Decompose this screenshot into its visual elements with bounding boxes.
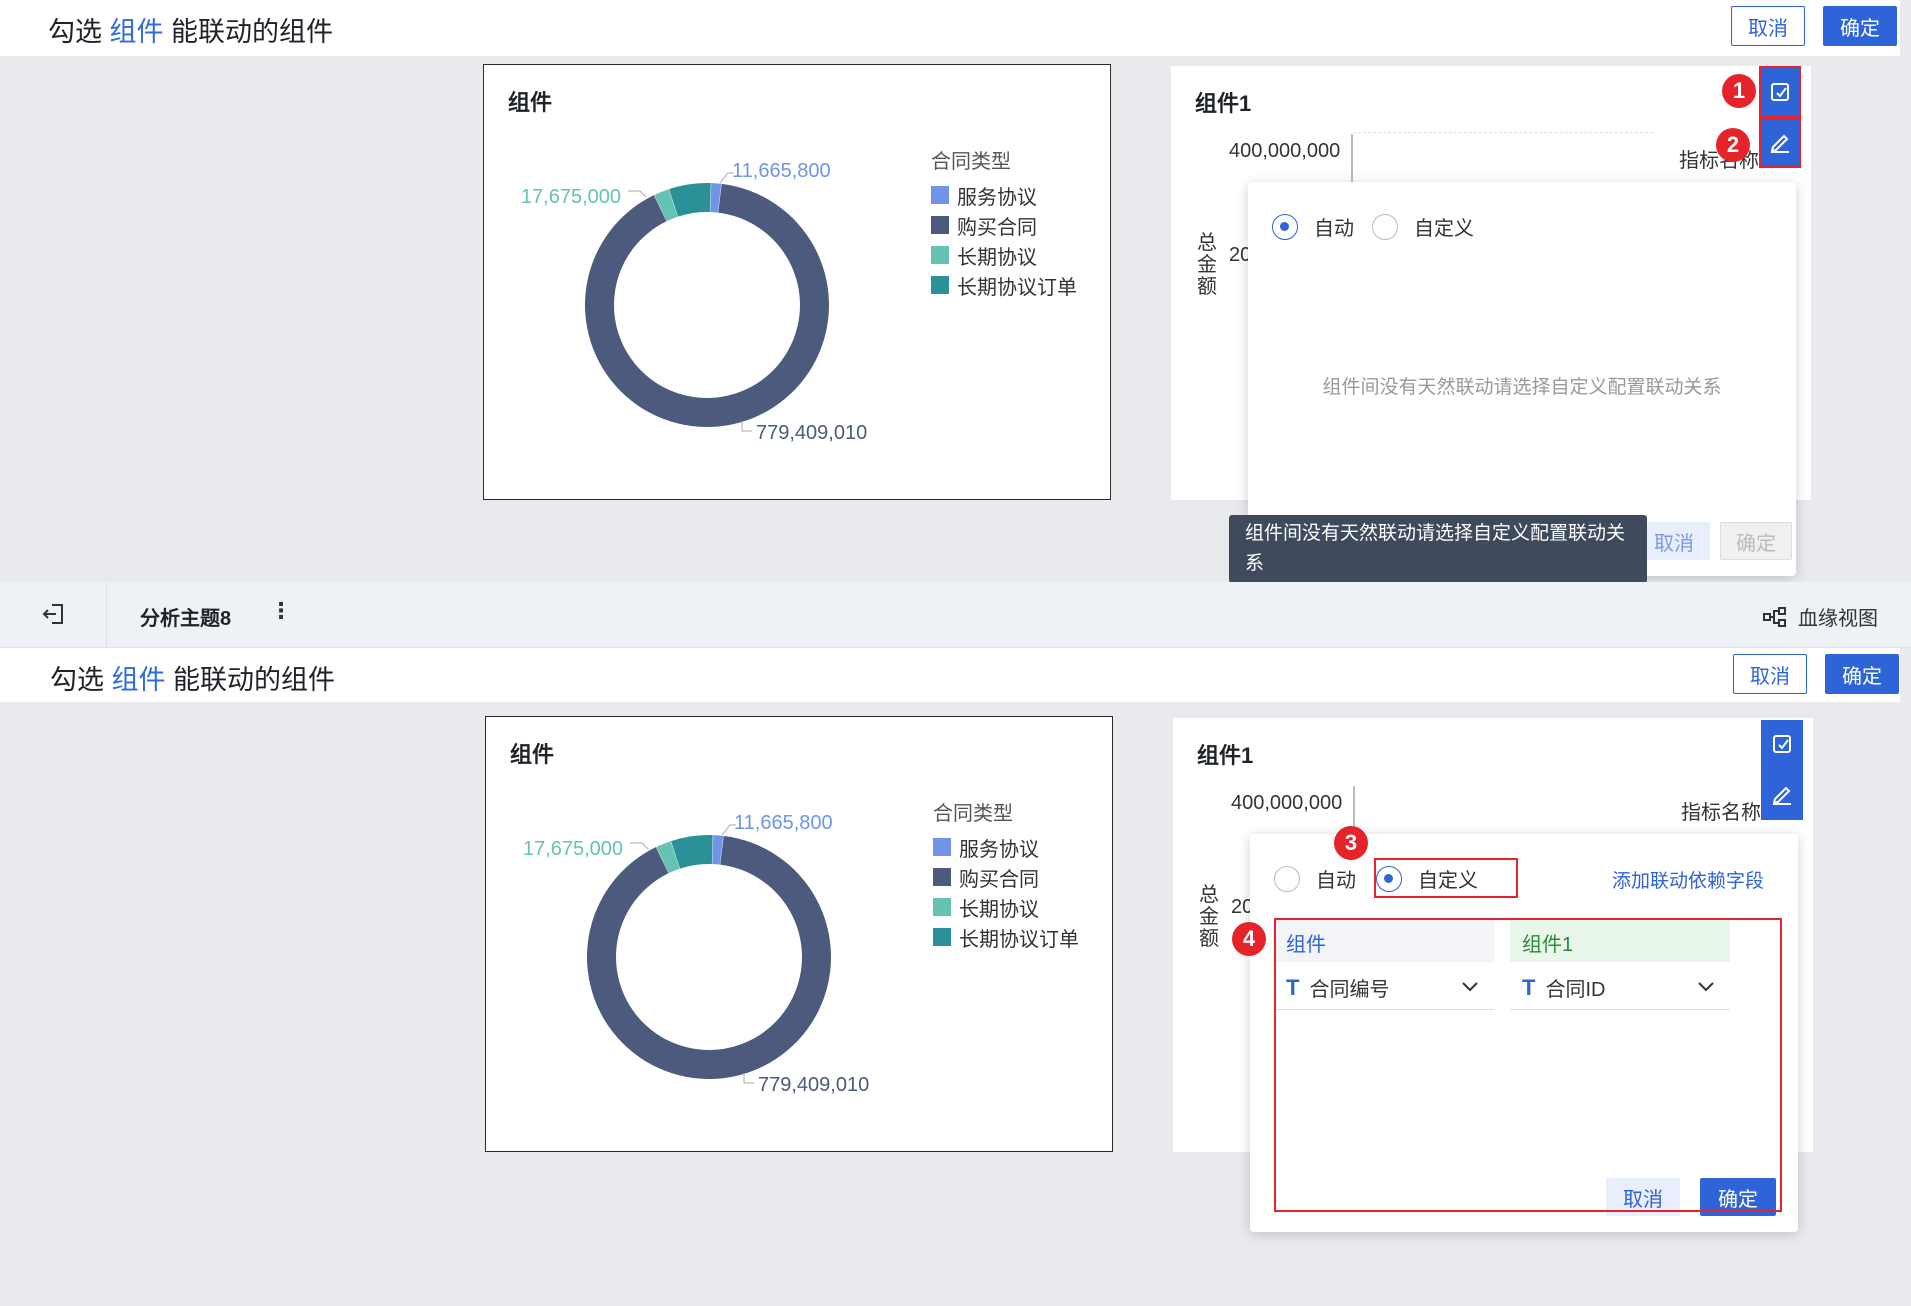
y-tick-top: 400,000,000 <box>1231 792 1343 814</box>
edit-icon[interactable] <box>1767 780 1797 810</box>
highlight-box-1 <box>1759 66 1801 118</box>
legend-title: 合同类型 <box>933 803 1013 825</box>
radio-auto[interactable]: 自动 <box>1274 864 1356 893</box>
badge-1: 1 <box>1722 74 1756 108</box>
popup-confirm-button[interactable]: 确定 <box>1720 522 1792 560</box>
top-screenshot: 勾选 组件 能联动的组件 取消 确定 组件 11,665,800 779,409,… <box>0 0 1911 582</box>
data-label: 17,675,000 <box>523 838 623 860</box>
legend-item: 购买合同 <box>933 862 1079 892</box>
label-leader-line <box>741 421 752 432</box>
selection-banner: 勾选 组件 能联动的组件 取消 确定 <box>0 0 1900 56</box>
legend-item: 服务协议 <box>931 180 1077 210</box>
more-icon[interactable]: ⋮ <box>270 598 292 624</box>
data-label: 11,665,800 <box>732 160 831 182</box>
legend-item: 长期协议订单 <box>931 270 1077 300</box>
legend-item: 长期协议 <box>933 892 1079 922</box>
component1-card-title: 组件1 <box>1195 91 1252 116</box>
lineage-icon <box>1763 606 1786 627</box>
highlight-box-2 <box>1759 118 1801 168</box>
legend-title: 合同类型 <box>931 151 1011 173</box>
side-action-bar-2 <box>1761 720 1803 820</box>
banner-title-2: 勾选 组件 能联动的组件 <box>50 665 336 695</box>
badge-3: 3 <box>1334 826 1368 860</box>
component1-card-title-2: 组件1 <box>1197 743 1254 768</box>
nav-divider <box>106 582 107 648</box>
badge-2: 2 <box>1716 128 1750 162</box>
data-label: 11,665,800 <box>734 812 833 834</box>
tooltip: 组件间没有天然联动请选择自定义配置联动关系 <box>1229 515 1647 582</box>
highlight-box-3 <box>1374 858 1518 898</box>
chart-legend-2: 合同类型 服务协议 购买合同 长期协议 长期协议订单 <box>933 797 1079 952</box>
banner-title: 勾选 组件 能联动的组件 <box>48 17 334 47</box>
component-card-2[interactable]: 组件 11,665,800 779,409,010 17,675,000 合同类型 … <box>485 716 1113 1152</box>
donut-slice[interactable] <box>585 183 829 427</box>
selection-banner-2: 勾选 组件 能联动的组件 取消 确定 <box>0 648 1900 702</box>
legend-item: 服务协议 <box>933 832 1079 862</box>
popup-cancel-button[interactable]: 取消 <box>1638 522 1710 560</box>
legend-item: 购买合同 <box>931 210 1077 240</box>
component-card[interactable]: 组件 11,665,800 779,409,010 17,675,000 合同类型 … <box>483 64 1111 500</box>
radio-auto[interactable]: 自动 <box>1272 212 1354 241</box>
linkage-icon[interactable] <box>1767 729 1797 759</box>
y-axis-label: 总金额 <box>1197 232 1217 298</box>
chart-legend: 合同类型 服务协议 购买合同 长期协议 长期协议订单 <box>931 145 1077 300</box>
add-dependency-field-link[interactable]: 添加联动依赖字段 <box>1612 866 1764 893</box>
banner-confirm-button-2[interactable]: 确定 <box>1825 654 1899 694</box>
data-label: 779,409,010 <box>758 1074 869 1096</box>
y-axis-label: 总金额 <box>1199 884 1219 950</box>
label-leader-line <box>743 1073 754 1084</box>
banner-cancel-button[interactable]: 取消 <box>1731 6 1805 46</box>
label-leader-line <box>628 190 647 198</box>
legend-item: 长期协议订单 <box>933 922 1079 952</box>
data-label: 17,675,000 <box>521 186 621 208</box>
legend-partial: 指标名称 <box>1681 802 1761 824</box>
legend-item: 长期协议 <box>931 240 1077 270</box>
banner-confirm-button[interactable]: 确定 <box>1823 6 1897 46</box>
donut-slice[interactable] <box>587 835 831 1079</box>
radio-custom[interactable]: 自定义 <box>1372 212 1474 241</box>
grid-line <box>1353 132 1653 133</box>
empty-message: 组件间没有天然联动请选择自定义配置联动关系 <box>1322 377 1722 398</box>
topic-navbar: 分析主题8 ⋮ 血缘视图 <box>0 582 1911 648</box>
lineage-view-button[interactable]: 血缘视图 <box>1762 602 1878 631</box>
highlight-box-4 <box>1274 918 1782 1212</box>
data-label: 779,409,010 <box>756 422 867 444</box>
badge-4: 4 <box>1232 922 1266 956</box>
y-tick-top: 400,000,000 <box>1229 140 1341 162</box>
exit-icon[interactable] <box>40 600 68 633</box>
banner-cancel-button-2[interactable]: 取消 <box>1733 654 1807 694</box>
bottom-screenshot: 分析主题8 ⋮ 血缘视图 勾选 组件 能联动的组件 取消 确定 组件 11,66… <box>0 582 1911 1306</box>
topic-title: 分析主题8 <box>140 608 232 630</box>
label-leader-line <box>630 842 649 850</box>
